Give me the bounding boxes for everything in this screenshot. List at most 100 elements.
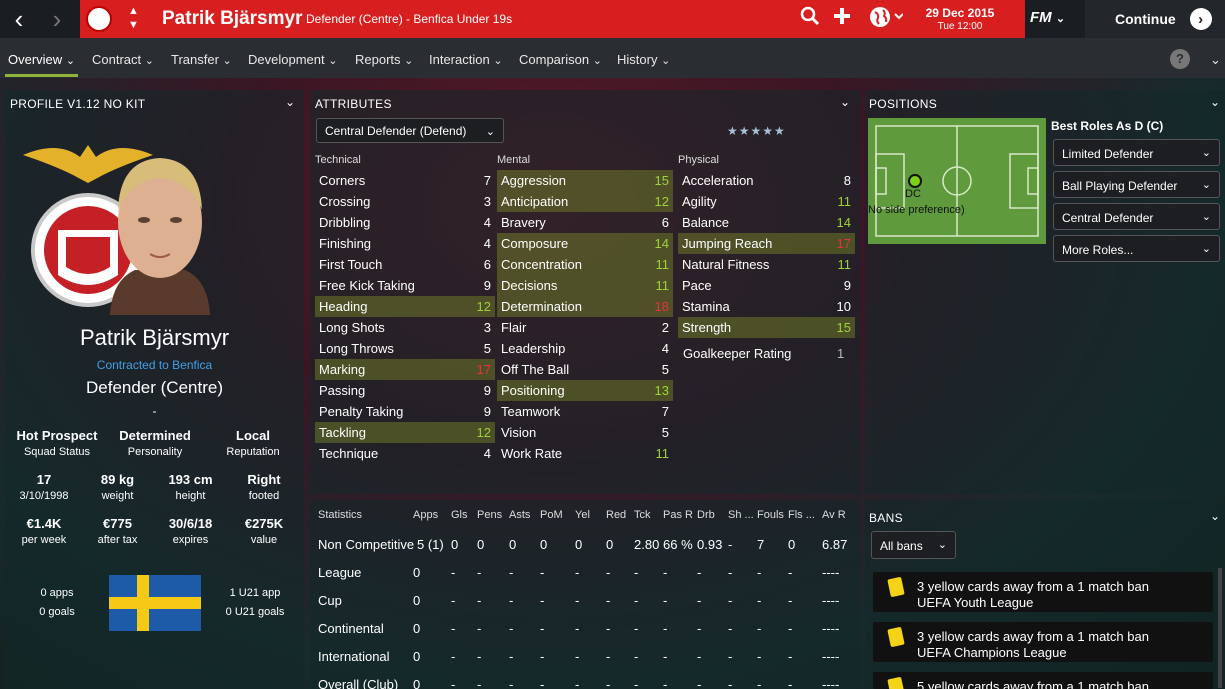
contract-link[interactable]: Contracted to Benfica bbox=[5, 358, 304, 372]
ban-item[interactable]: 3 yellow cards away from a 1 match ban U… bbox=[873, 572, 1213, 612]
attribute-row[interactable]: Vision 5 bbox=[497, 422, 673, 443]
stats-cell: - bbox=[728, 621, 733, 636]
attribute-row[interactable]: Determination 18 bbox=[497, 296, 673, 317]
chevron-down-icon[interactable]: ⌄ bbox=[285, 95, 295, 109]
search-icon[interactable] bbox=[800, 6, 820, 32]
attribute-row[interactable]: Long Shots 3 bbox=[315, 317, 495, 338]
stats-row-label: Continental bbox=[318, 621, 384, 636]
stats-header[interactable]: Apps bbox=[413, 509, 438, 521]
chevron-down-icon[interactable]: ⌄ bbox=[1210, 52, 1221, 68]
attribute-row[interactable]: Composure 14 bbox=[497, 233, 673, 254]
bans-filter-dropdown[interactable]: All bans ⌄ bbox=[871, 531, 956, 559]
ban-item[interactable]: 3 yellow cards away from a 1 match ban U… bbox=[873, 622, 1213, 662]
attribute-row[interactable]: Pace 9 bbox=[678, 275, 855, 296]
pitch-diagram[interactable] bbox=[868, 118, 1046, 244]
stats-header[interactable]: Pas R bbox=[663, 509, 693, 521]
stats-header[interactable]: Fls ... bbox=[788, 509, 815, 521]
attribute-row[interactable]: Flair 2 bbox=[497, 317, 673, 338]
stats-header[interactable]: Sh ... bbox=[728, 509, 754, 521]
stats-header[interactable]: PoM bbox=[540, 509, 563, 521]
attribute-row[interactable]: Penalty Taking 9 bbox=[315, 401, 495, 422]
role-ball-playing-defender[interactable]: Ball Playing Defender ⌄ bbox=[1053, 171, 1220, 198]
globe-icon[interactable] bbox=[869, 6, 904, 34]
attribute-row[interactable]: Technique 4 bbox=[315, 443, 495, 464]
stats-header[interactable]: Drb bbox=[697, 509, 715, 521]
attribute-row[interactable]: Anticipation 12 bbox=[497, 191, 673, 212]
arrow-right-icon: › bbox=[1189, 8, 1212, 30]
attribute-row[interactable]: Natural Fitness 11 bbox=[678, 254, 855, 275]
tab-comparison[interactable]: Comparison ⌄ bbox=[519, 52, 602, 67]
chevron-down-icon[interactable]: ⌄ bbox=[1210, 95, 1220, 109]
tab-interaction[interactable]: Interaction ⌄ bbox=[429, 52, 503, 67]
back-icon[interactable]: ‹ bbox=[0, 0, 38, 38]
tab-overview[interactable]: Overview ⌄ bbox=[8, 52, 75, 67]
attribute-row[interactable]: Stamina 10 bbox=[678, 296, 855, 317]
tab-development[interactable]: Development ⌄ bbox=[248, 52, 337, 67]
attribute-row[interactable]: Concentration 11 bbox=[497, 254, 673, 275]
tab-reports[interactable]: Reports ⌄ bbox=[355, 52, 413, 67]
tab-transfer[interactable]: Transfer ⌄ bbox=[171, 52, 232, 67]
tab-contract[interactable]: Contract ⌄ bbox=[92, 52, 154, 67]
stats-header[interactable]: Fouls bbox=[757, 509, 784, 521]
stats-header[interactable]: Red bbox=[606, 509, 626, 521]
attribute-row[interactable]: Decisions 11 bbox=[497, 275, 673, 296]
attribute-row[interactable]: Acceleration 8 bbox=[678, 170, 855, 191]
attribute-row[interactable]: Aggression 15 bbox=[497, 170, 673, 191]
role-dropdown[interactable]: Central Defender (Defend) ⌄ bbox=[316, 118, 504, 143]
role-central-defender[interactable]: Central Defender ⌄ bbox=[1053, 203, 1220, 230]
attribute-row[interactable]: Tackling 12 bbox=[315, 422, 495, 443]
stats-header[interactable]: Statistics bbox=[318, 509, 362, 521]
chevron-down-icon[interactable]: ⌄ bbox=[1210, 509, 1220, 523]
attribute-row[interactable]: Work Rate 11 bbox=[497, 443, 673, 464]
plus-icon[interactable] bbox=[832, 6, 852, 32]
stats-header[interactable]: Gls bbox=[451, 509, 468, 521]
fm-menu-button[interactable]: FM ⌄ bbox=[1030, 9, 1065, 26]
attribute-row[interactable]: Finishing 4 bbox=[315, 233, 495, 254]
stats-header[interactable]: Yel bbox=[575, 509, 590, 521]
ban-item[interactable]: 5 yellow cards away from a 1 match ban bbox=[873, 672, 1213, 689]
chevron-down-icon[interactable]: ⌄ bbox=[840, 95, 850, 109]
attribute-row[interactable]: Dribbling 4 bbox=[315, 212, 495, 233]
attribute-row[interactable]: Marking 17 bbox=[315, 359, 495, 380]
squad-status-label: Squad Status bbox=[23, 446, 91, 458]
attribute-row[interactable]: Passing 9 bbox=[315, 380, 495, 401]
help-icon[interactable]: ? bbox=[1170, 49, 1190, 69]
player-subtitle[interactable]: Defender (Centre) - Benfica Under 19s bbox=[306, 12, 512, 26]
stats-header[interactable]: Asts bbox=[509, 509, 530, 521]
more-roles-button[interactable]: More Roles... ⌄ bbox=[1053, 235, 1220, 262]
sweden-flag-icon[interactable] bbox=[109, 575, 201, 631]
attribute-row[interactable]: Jumping Reach 17 bbox=[678, 233, 855, 254]
attribute-row[interactable]: Free Kick Taking 9 bbox=[315, 275, 495, 296]
attribute-value: 14 bbox=[836, 215, 851, 230]
stats-cell: - bbox=[606, 565, 611, 580]
up-down-icon[interactable]: ▲ ▼ bbox=[128, 4, 139, 32]
attribute-name: Decisions bbox=[501, 278, 558, 293]
stats-header[interactable]: Tck bbox=[634, 509, 651, 521]
attribute-row[interactable]: First Touch 6 bbox=[315, 254, 495, 275]
attribute-row[interactable]: Crossing 3 bbox=[315, 191, 495, 212]
attribute-row[interactable]: Leadership 4 bbox=[497, 338, 673, 359]
continue-button[interactable]: Continue › bbox=[1085, 0, 1225, 38]
attribute-row[interactable]: Corners 7 bbox=[315, 170, 495, 191]
attribute-row[interactable]: Bravery 6 bbox=[497, 212, 673, 233]
stats-cell: - bbox=[509, 649, 514, 664]
stats-header[interactable]: Pens bbox=[477, 509, 502, 521]
stats-cell: - bbox=[606, 677, 611, 689]
bans-scrollbar[interactable] bbox=[1218, 568, 1222, 688]
stats-cell: ---- bbox=[822, 649, 840, 664]
attribute-row[interactable]: Long Throws 5 bbox=[315, 338, 495, 359]
stats-cell: - bbox=[509, 593, 514, 608]
club-crest-icon[interactable] bbox=[86, 6, 112, 32]
attribute-row[interactable]: Teamwork 7 bbox=[497, 401, 673, 422]
stats-header[interactable]: Av R bbox=[822, 509, 846, 521]
attribute-row[interactable]: Agility 11 bbox=[678, 191, 855, 212]
attribute-row[interactable]: Strength 15 bbox=[678, 317, 855, 338]
forward-icon[interactable]: › bbox=[38, 0, 76, 38]
stats-cell: 0 bbox=[606, 537, 614, 552]
role-limited-defender[interactable]: Limited Defender ⌄ bbox=[1053, 139, 1220, 166]
attribute-row[interactable]: Heading 12 bbox=[315, 296, 495, 317]
attribute-row[interactable]: Balance 14 bbox=[678, 212, 855, 233]
attribute-row[interactable]: Off The Ball 5 bbox=[497, 359, 673, 380]
tab-history[interactable]: History ⌄ bbox=[617, 52, 670, 67]
attribute-row[interactable]: Positioning 13 bbox=[497, 380, 673, 401]
